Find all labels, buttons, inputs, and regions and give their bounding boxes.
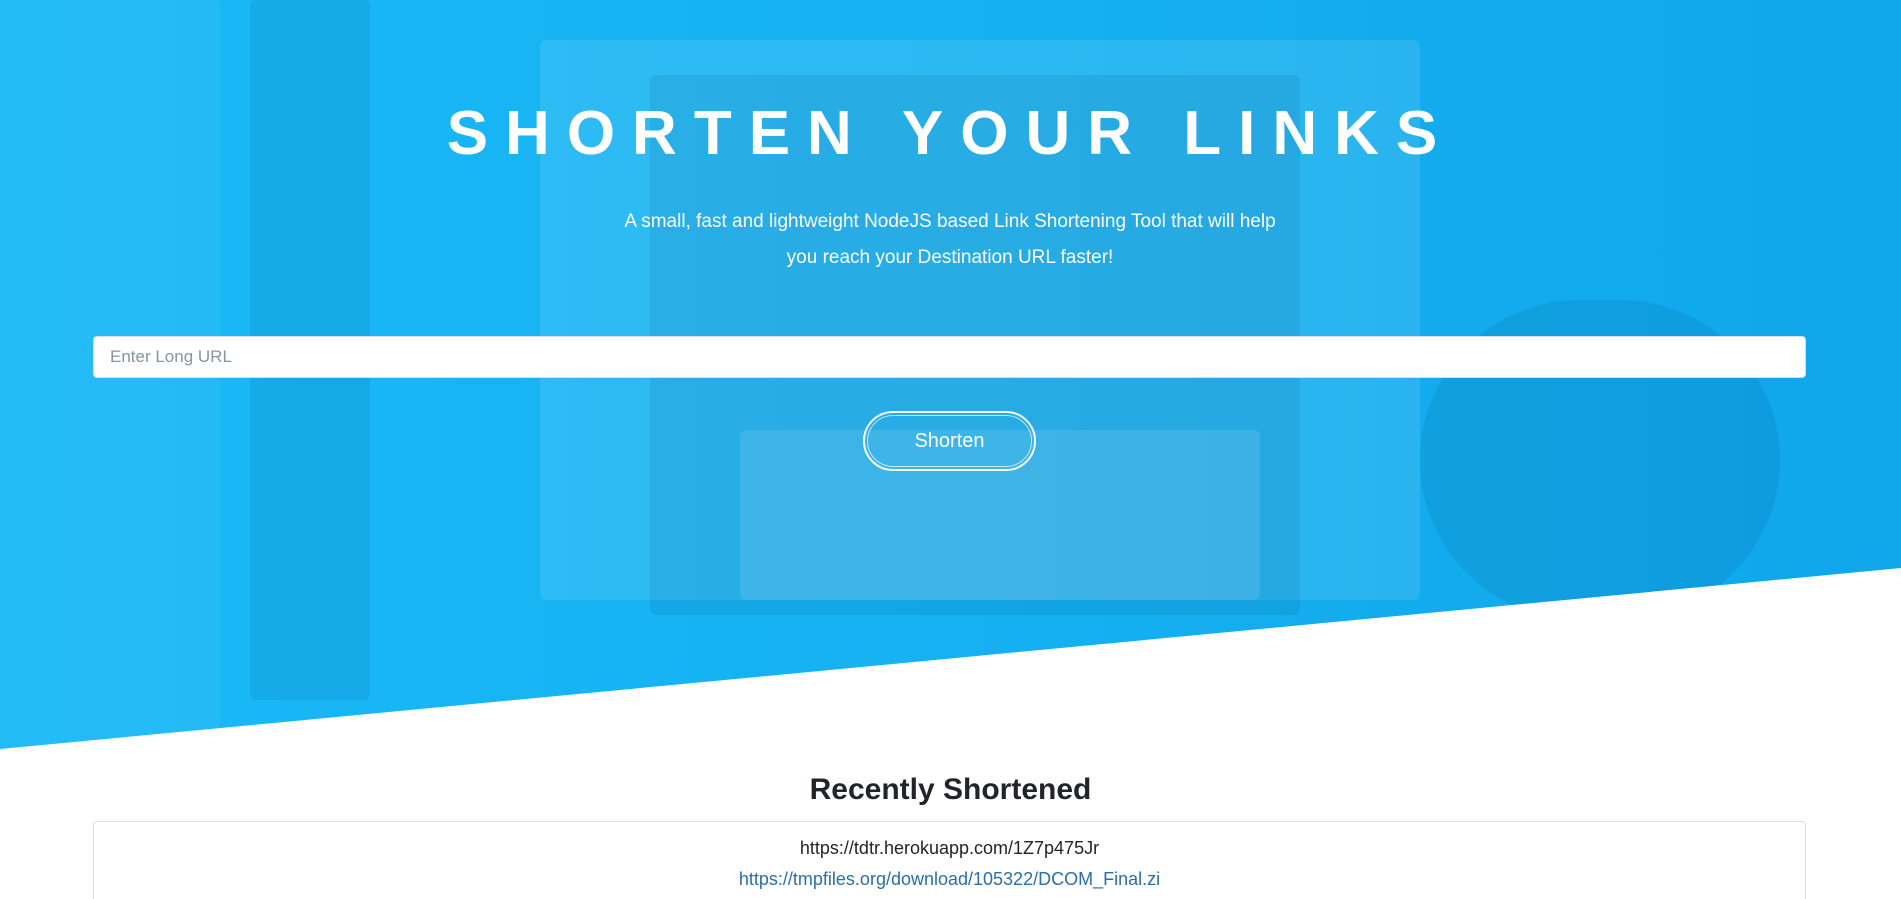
recent-links-card: https://tdtr.herokuapp.com/1Z7p475Jr htt… <box>93 821 1806 899</box>
short-url-text: https://tdtr.herokuapp.com/1Z7p475Jr <box>799 838 1100 858</box>
hero-title: SHORTEN YOUR LINKS <box>446 99 1455 168</box>
long-url-input[interactable] <box>93 336 1806 378</box>
long-url-link[interactable]: https://tmpfiles.org/download/105322/DCO… <box>94 867 1805 891</box>
hero-subtitle: A small, fast and lightweight NodeJS bas… <box>624 211 1276 268</box>
recently-shortened-heading: Recently Shortened <box>809 773 1092 806</box>
shorten-button[interactable]: Shorten <box>863 411 1036 471</box>
page: SHORTEN YOUR LINKS A small, fast and lig… <box>0 0 1901 899</box>
